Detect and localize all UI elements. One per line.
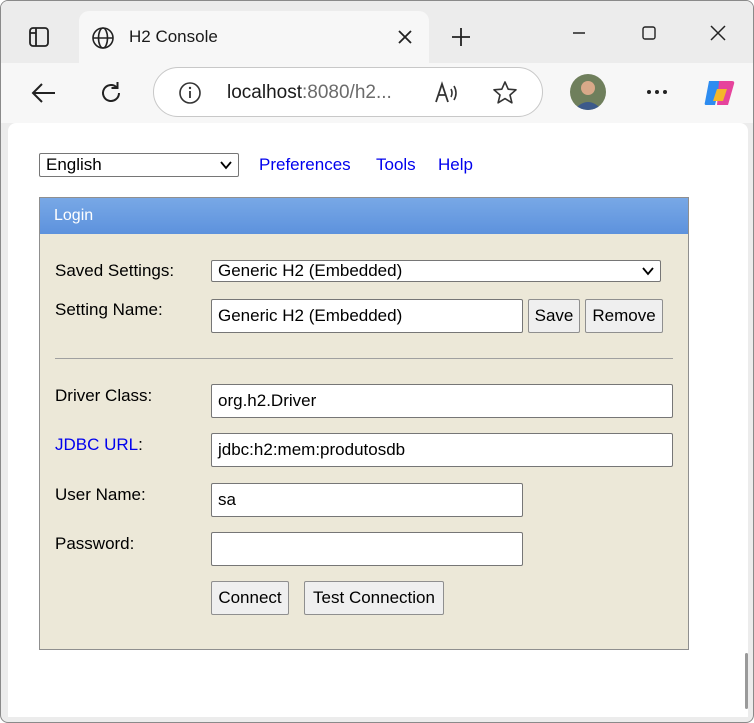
scrollbar[interactable] <box>745 653 748 709</box>
refresh-icon[interactable] <box>94 76 128 110</box>
test-connection-button[interactable]: Test Connection <box>304 581 444 615</box>
password-input[interactable] <box>211 532 523 566</box>
saved-settings-select[interactable]: Generic H2 (Embedded) <box>211 260 661 282</box>
favorite-star-icon[interactable] <box>492 80 518 106</box>
back-icon[interactable] <box>27 76 61 110</box>
maximize-icon[interactable] <box>637 21 661 45</box>
browser-window: H2 Console localhost:8080/h2... English … <box>0 0 754 723</box>
login-title: Login <box>54 207 94 224</box>
driver-class-input[interactable]: org.h2.Driver <box>211 384 673 418</box>
save-button[interactable]: Save <box>528 299 580 333</box>
tab-title: H2 Console <box>129 27 218 46</box>
chevron-down-icon <box>220 161 232 170</box>
read-aloud-icon[interactable] <box>434 81 460 105</box>
profile-avatar[interactable] <box>570 74 606 110</box>
connect-button[interactable]: Connect <box>211 581 289 615</box>
browser-tab[interactable]: H2 Console <box>79 11 429 65</box>
remove-button[interactable]: Remove <box>585 299 663 333</box>
language-value: English <box>46 155 102 174</box>
more-icon[interactable] <box>642 77 672 107</box>
user-name-label: User Name: <box>55 485 146 504</box>
window-close-icon[interactable] <box>706 21 730 45</box>
globe-icon <box>91 26 115 50</box>
jdbc-url-label: JDBC URL: <box>55 435 143 455</box>
chevron-down-icon <box>642 267 654 276</box>
tab-actions-icon[interactable] <box>15 19 63 55</box>
help-link[interactable]: Help <box>438 155 473 175</box>
saved-settings-value: Generic H2 (Embedded) <box>218 261 403 280</box>
plus-icon[interactable] <box>447 23 475 51</box>
url-path: :8080/h2... <box>302 82 392 103</box>
tab-strip: H2 Console <box>1 1 753 65</box>
close-icon[interactable] <box>393 25 417 49</box>
minimize-icon[interactable] <box>567 21 591 45</box>
preferences-link[interactable]: Preferences <box>259 155 351 175</box>
top-navigation: English Preferences Tools Help <box>39 153 639 177</box>
setting-name-label: Setting Name: <box>55 300 163 319</box>
jdbc-url-link[interactable]: JDBC URL <box>55 435 138 454</box>
setting-name-input[interactable]: Generic H2 (Embedded) <box>211 299 523 333</box>
language-select[interactable]: English <box>39 153 239 177</box>
login-panel: Login Saved Settings: Generic H2 (Embedd… <box>39 197 689 650</box>
page-content: English Preferences Tools Help Login Sav… <box>8 123 748 717</box>
copilot-icon[interactable] <box>703 77 737 109</box>
address-bar[interactable]: localhost:8080/h2... <box>153 67 543 117</box>
jdbc-url-colon: : <box>138 435 143 454</box>
browser-toolbar: localhost:8080/h2... <box>1 63 753 123</box>
url-host: localhost <box>227 82 302 103</box>
password-label: Password: <box>55 534 135 553</box>
saved-settings-label: Saved Settings: <box>55 261 175 280</box>
login-header: Login <box>40 198 688 234</box>
info-icon[interactable] <box>178 81 202 105</box>
user-name-input[interactable]: sa <box>211 483 523 517</box>
driver-class-label: Driver Class: <box>55 386 153 405</box>
jdbc-url-input[interactable]: jdbc:h2:mem:produtosdb <box>211 433 673 467</box>
divider <box>55 358 673 359</box>
address-url[interactable]: localhost:8080/h2... <box>227 82 392 104</box>
tools-link[interactable]: Tools <box>376 155 416 175</box>
